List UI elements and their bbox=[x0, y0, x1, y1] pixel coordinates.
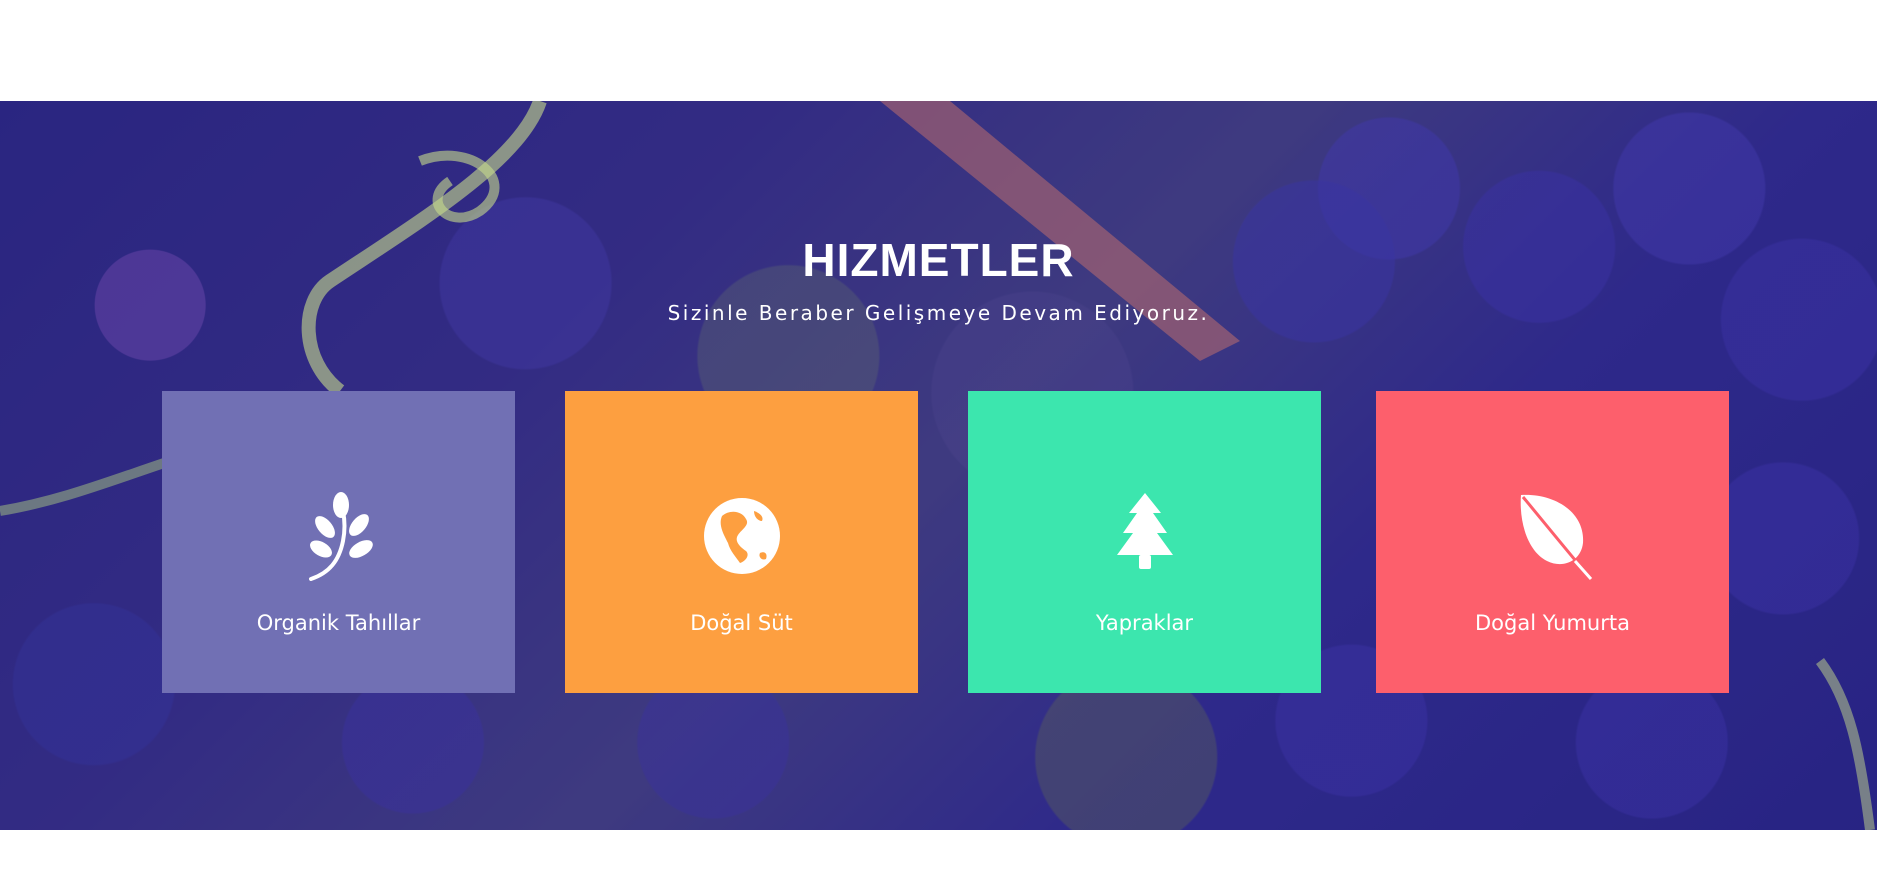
service-card-natural-milk[interactable]: Doğal Süt bbox=[565, 391, 918, 693]
service-label: Doğal Süt bbox=[690, 611, 793, 635]
service-card-natural-eggs[interactable]: Doğal Yumurta bbox=[1376, 391, 1729, 693]
service-label: Organik Tahıllar bbox=[256, 611, 421, 635]
services-section: HIZMETLER Sizinle Beraber Gelişmeye Deva… bbox=[0, 101, 1877, 830]
leaf-icon bbox=[1513, 491, 1593, 581]
wheat-sprig-icon bbox=[299, 491, 379, 581]
section-title: HIZMETLER bbox=[802, 234, 1075, 286]
service-label: Yapraklar bbox=[1095, 611, 1194, 635]
service-card-leaves[interactable]: Yapraklar bbox=[968, 391, 1321, 693]
globe-icon bbox=[702, 491, 782, 581]
service-label: Doğal Yumurta bbox=[1475, 611, 1630, 635]
bottom-bar bbox=[0, 830, 1877, 870]
top-header-bar bbox=[0, 0, 1877, 101]
service-card-organic-grains[interactable]: Organik Tahıllar bbox=[162, 391, 515, 693]
pine-tree-icon bbox=[1105, 491, 1185, 581]
section-subtitle: Sizinle Beraber Gelişmeye Devam Ediyoruz… bbox=[667, 301, 1210, 325]
